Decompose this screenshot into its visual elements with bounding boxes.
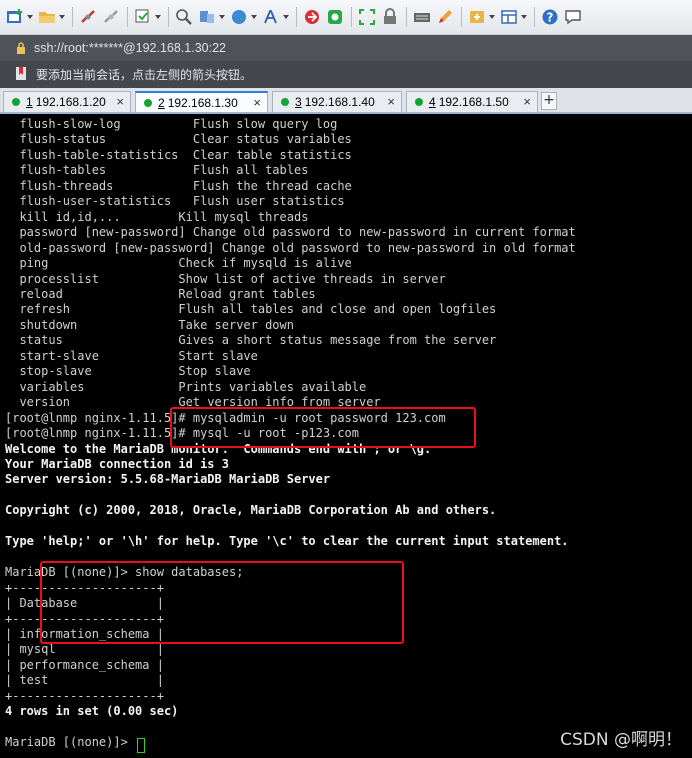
terminal-line: MariaDB [(none)]> <box>5 735 136 750</box>
new-window-icon[interactable] <box>132 6 154 28</box>
terminal-line: old-password [new-password] Change old p… <box>5 240 576 255</box>
tab-session-1[interactable]: 1 192.168.1.20 × <box>3 91 131 112</box>
window-dropdown[interactable] <box>155 6 161 28</box>
tab-number: 1 <box>26 95 33 109</box>
terminal-line: Your MariaDB connection id is 3 <box>5 456 229 471</box>
tab-label: 192.168.1.50 <box>438 95 509 109</box>
tab-session-4[interactable]: 4 192.168.1.50 × <box>406 91 538 112</box>
terminal-line: flush-slow-log Flush slow query log <box>5 117 338 131</box>
tab-label: 192.168.1.40 <box>304 95 375 109</box>
compose-dropdown[interactable] <box>489 6 495 28</box>
bookmark-icon[interactable] <box>16 65 28 84</box>
pencil-icon[interactable] <box>434 6 456 28</box>
xshell-icon[interactable] <box>324 6 346 28</box>
terminal-line: stop-slave Stop slave <box>5 364 251 379</box>
new-session-icon[interactable] <box>4 6 26 28</box>
address-text: ssh://root:*******@192.168.1.30:22 <box>34 41 226 55</box>
terminal-line: flush-user-statistics Flush user statist… <box>5 194 345 209</box>
session-status-icon <box>415 98 423 106</box>
terminal-line: ping Check if mysqld is alive <box>5 256 352 271</box>
toolbar-separator <box>72 7 73 27</box>
terminal-line: Server version: 5.5.68-MariaDB MariaDB S… <box>5 472 331 487</box>
disconnect-icon[interactable] <box>100 6 122 28</box>
toolbar-separator <box>461 7 462 27</box>
terminal-line: 4 rows in set (0.00 sec) <box>5 704 179 719</box>
address-bar[interactable]: ssh://root:*******@192.168.1.30:22 <box>0 35 692 61</box>
tab-number: 2 <box>158 95 165 110</box>
close-icon[interactable]: × <box>116 94 124 109</box>
tab-label: 192.168.1.30 <box>167 95 238 110</box>
toolbar: ? <box>0 0 692 35</box>
tab-session-2[interactable]: 2 192.168.1.30 × <box>135 91 268 112</box>
tab-session-3[interactable]: 3 192.168.1.40 × <box>272 91 402 112</box>
highlight-box <box>40 561 404 644</box>
open-dropdown[interactable] <box>59 6 65 28</box>
close-icon[interactable]: × <box>523 94 531 109</box>
session-status-icon <box>144 98 152 107</box>
terminal-line: flush-tables Flush all tables <box>5 163 309 178</box>
terminal-line: kill id,id,... Kill mysql threads <box>5 209 309 224</box>
new-session-dropdown[interactable] <box>27 6 33 28</box>
terminal-cursor <box>137 738 145 753</box>
session-tabbar: 1 192.168.1.20 × 2 192.168.1.30 × 3 192.… <box>0 88 692 114</box>
toolbar-separator <box>351 7 352 27</box>
search-icon[interactable] <box>173 6 195 28</box>
compose-icon[interactable] <box>466 6 488 28</box>
globe-icon[interactable] <box>228 6 250 28</box>
terminal-line: | test | <box>5 673 164 688</box>
tab-number: 4 <box>429 95 436 109</box>
terminal-line: refresh Flush all tables and close and o… <box>5 302 497 317</box>
tab-number: 3 <box>295 95 302 109</box>
font-dropdown[interactable] <box>283 6 289 28</box>
terminal-line: flush-table-statistics Clear table stati… <box>5 147 352 162</box>
add-tab-button[interactable]: + <box>541 92 557 110</box>
globe-dropdown[interactable] <box>251 6 257 28</box>
terminal-line: start-slave Start slave <box>5 348 258 363</box>
close-icon[interactable]: × <box>253 95 261 110</box>
lock-icon[interactable] <box>379 6 401 28</box>
terminal-line: reload Reload grant tables <box>5 286 316 301</box>
watermark: CSDN @啊明！ <box>560 730 682 750</box>
session-hint-bar: 要添加当前会话，点击左侧的箭头按钮。 <box>0 61 692 88</box>
terminal-line: | performance_schema | <box>5 657 164 672</box>
toolbar-separator <box>127 7 128 27</box>
close-icon[interactable]: × <box>387 94 395 109</box>
terminal-line: Copyright (c) 2000, 2018, Oracle, MariaD… <box>5 503 497 518</box>
highlight-box <box>170 407 476 448</box>
terminal[interactable]: flush-slow-log Flush slow query log flus… <box>0 116 692 758</box>
terminal-line: Type 'help;' or '\h' for help. Type '\c'… <box>5 534 569 549</box>
open-folder-icon[interactable] <box>36 6 58 28</box>
xftp-icon[interactable] <box>301 6 323 28</box>
hint-text: 要添加当前会话，点击左侧的箭头按钮。 <box>36 68 253 82</box>
layout-icon[interactable] <box>498 6 520 28</box>
terminal-line: +--------------------+ <box>5 688 164 703</box>
toolbar-separator <box>296 7 297 27</box>
tab-label: 192.168.1.20 <box>35 95 106 109</box>
toolbar-separator <box>406 7 407 27</box>
terminal-line: | mysql | <box>5 642 164 657</box>
layout-dropdown[interactable] <box>521 6 527 28</box>
chat-icon[interactable] <box>562 6 584 28</box>
connect-icon[interactable] <box>77 6 99 28</box>
help-icon[interactable]: ? <box>539 6 561 28</box>
terminal-line: shutdown Take server down <box>5 317 294 332</box>
keyboard-icon[interactable] <box>411 6 433 28</box>
toolbar-separator <box>168 7 169 27</box>
terminal-line: flush-status Clear status variables <box>5 132 352 147</box>
terminal-line: status Gives a short status message from… <box>5 333 497 348</box>
transfer-dropdown[interactable] <box>219 6 225 28</box>
terminal-line: password [new-password] Change old passw… <box>5 225 576 240</box>
terminal-line: flush-threads Flush the thread cache <box>5 178 352 193</box>
toolbar-separator <box>534 7 535 27</box>
lock-icon <box>16 39 26 58</box>
terminal-line: processlist Show list of active threads … <box>5 271 446 286</box>
transfer-icon[interactable] <box>196 6 218 28</box>
session-status-icon <box>281 98 289 106</box>
font-icon[interactable] <box>260 6 282 28</box>
fullscreen-icon[interactable] <box>356 6 378 28</box>
session-status-icon <box>12 98 20 106</box>
terminal-line: variables Prints variables available <box>5 379 367 394</box>
svg-text:?: ? <box>547 11 554 25</box>
